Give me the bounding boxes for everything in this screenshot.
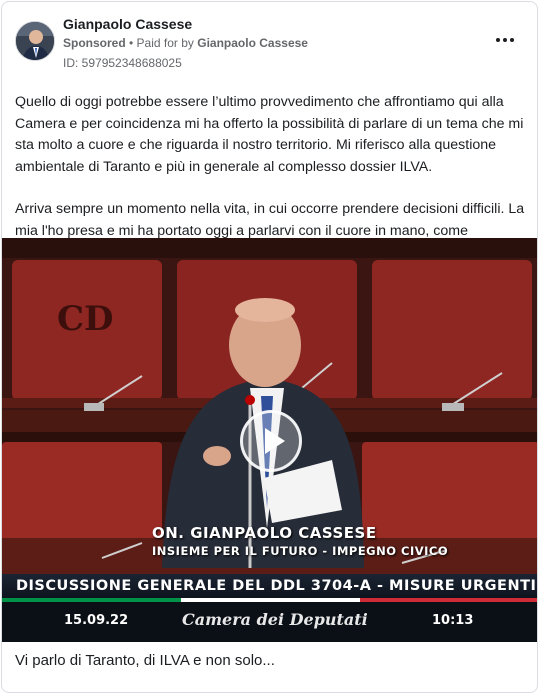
broadcast-bar: 15.09.22 Camera dei Deputati 10:13 [2, 602, 537, 642]
svg-text:CD: CD [57, 299, 114, 339]
post-paragraph: Quello di oggi potrebbe essere l’ultimo … [15, 94, 524, 175]
sponsored-line: Sponsored • Paid for by Gianpaolo Casses… [63, 36, 308, 50]
news-ticker: DISCUSSIONE GENERALE DEL DDL 3704-A - MI… [2, 574, 537, 598]
more-horizontal-icon [510, 38, 514, 42]
more-horizontal-icon [496, 38, 500, 42]
more-horizontal-icon [503, 38, 507, 42]
play-icon[interactable] [240, 410, 302, 472]
sponsored-label: Sponsored [63, 36, 126, 50]
ad-card: Gianpaolo Cassese Sponsored • Paid for b… [1, 1, 538, 693]
speaker-name: ON. GIANPAOLO CASSESE [152, 524, 377, 542]
broadcast-date: 15.09.22 [64, 613, 129, 628]
avatar-image [16, 22, 54, 60]
video-caption: Vi parlo di Taranto, di ILVA e non solo.… [15, 652, 275, 669]
video-player[interactable]: CD ON. GIANPAOLO CASSESE INSIEME PER IL … [2, 238, 537, 642]
lower-third: ON. GIANPAOLO CASSESE INSIEME PER IL FUT… [152, 524, 448, 558]
ad-header: Gianpaolo Cassese Sponsored • Paid for b… [2, 2, 537, 82]
broadcast-time: 10:13 [432, 613, 474, 628]
meta-separator: • [125, 36, 137, 50]
ad-id: ID: 597952348688025 [63, 56, 182, 70]
paid-for-by-label: Paid for by [136, 36, 198, 50]
more-options-button[interactable] [493, 30, 517, 50]
page-name[interactable]: Gianpaolo Cassese [63, 16, 192, 32]
payer-name: Gianpaolo Cassese [197, 36, 308, 50]
chamber-logo: Camera dei Deputati [182, 610, 368, 629]
avatar[interactable] [15, 21, 55, 61]
speaker-group: INSIEME PER IL FUTURO - IMPEGNO CIVICO [152, 544, 449, 558]
